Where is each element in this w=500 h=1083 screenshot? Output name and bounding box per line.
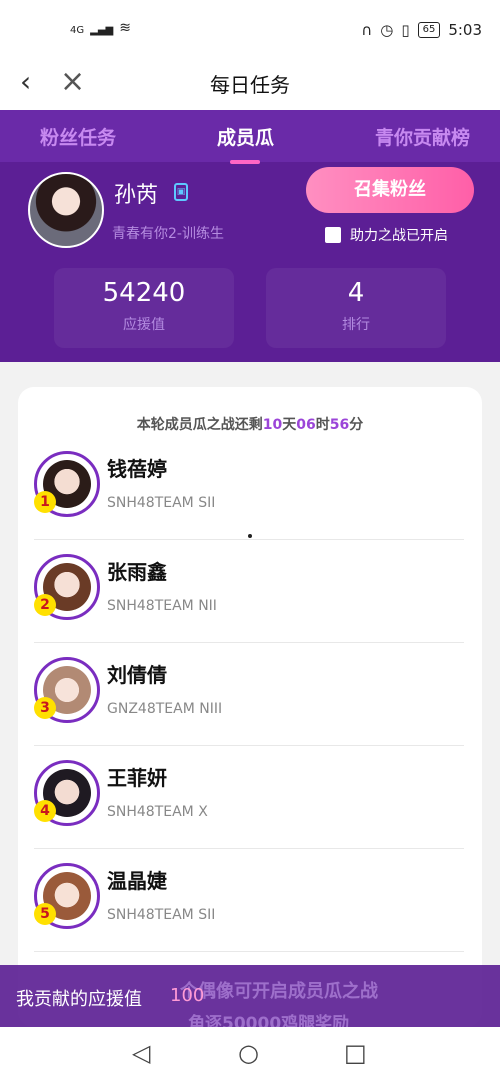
battle-checkbox[interactable] [325, 227, 341, 243]
member-team: GNZ48TEAM NIII [107, 701, 223, 717]
home-circle-icon[interactable]: ○ [238, 1039, 259, 1067]
ranking-label: 排行 [342, 317, 370, 333]
countdown-text: 本轮成员瓜之战还剩10天06时56分 [18, 414, 482, 434]
tab-fan-tasks[interactable]: 粉丝任务 [40, 123, 116, 150]
profile-subtitle: 青春有你2-训练生 [112, 226, 224, 242]
member-name: 温晶婕 [107, 869, 167, 893]
ranking-stat: 4 排行 [266, 268, 446, 348]
recruit-fans-button[interactable]: 召集粉丝 [306, 167, 474, 213]
member-team: SNH48TEAM X [107, 804, 208, 820]
page-title: 每日任务 [210, 73, 290, 97]
battery-indicator: 65 [417, 22, 441, 38]
member-team: SNH48TEAM SII [107, 907, 216, 923]
list-item[interactable]: 2 张雨鑫 SNH48TEAM NII [34, 540, 464, 643]
battle-status-label: 助力之战已开启 [350, 228, 448, 244]
contribution-label: 我贡献的应援值 [16, 989, 142, 1010]
avatar[interactable] [28, 172, 104, 248]
countdown-minutes: 56 [329, 417, 350, 433]
tab-member-melon[interactable]: 成员瓜 [217, 123, 274, 164]
rank-badge: 5 [34, 903, 56, 925]
profile-name: 孙芮 [114, 183, 159, 208]
profile-header: 粉丝任务 成员瓜 青你贡献榜 孙芮 ▣ 青春有你2-训练生 召集粉丝 助力之战已… [0, 110, 500, 362]
member-name: 刘倩倩 [107, 663, 167, 687]
support-value-stat: 54240 应援值 [54, 268, 234, 348]
verified-badge-icon: ▣ [174, 183, 188, 201]
list-item[interactable]: 5 温晶婕 SNH48TEAM SII [34, 849, 464, 952]
vibrate-icon: ▯ [401, 21, 410, 39]
tab-bar: 粉丝任务 成员瓜 青你贡献榜 [0, 110, 500, 164]
status-right: ∩ ◷ ▯ 65 5:03 [361, 21, 482, 39]
status-left: 4G ▂▄▆ ≋ [70, 20, 131, 36]
support-value-number: 54240 [102, 278, 186, 308]
countdown-day-unit: 天 [282, 417, 297, 433]
system-navigation-bar: ◁ ○ □ [0, 1027, 500, 1083]
countdown-hours: 06 [296, 417, 316, 433]
signal-label: 4G [70, 25, 85, 36]
navigation-bar: ‹ × 每日任务 [0, 55, 500, 110]
alarm-icon: ◷ [380, 21, 394, 39]
rank-badge: 3 [34, 697, 56, 719]
behind-text-line1: 个偶像可开启成员瓜之战 [180, 981, 378, 1002]
scroll-indicator [248, 534, 252, 538]
member-team: SNH48TEAM SII [107, 495, 216, 511]
list-item[interactable]: 1 钱蓓婷 SNH48TEAM SII [34, 437, 464, 540]
countdown-days: 10 [262, 417, 283, 433]
status-bar: 4G ▂▄▆ ≋ ∩ ◷ ▯ 65 5:03 [0, 0, 500, 60]
member-name: 王菲妍 [107, 766, 167, 790]
support-value-label: 应援值 [123, 317, 165, 333]
countdown-prefix: 本轮成员瓜之战还剩 [136, 417, 263, 433]
signal-icon: ▂▄▆ [90, 25, 114, 36]
list-item[interactable]: 4 王菲妍 SNH48TEAM X [34, 746, 464, 849]
member-name: 张雨鑫 [107, 560, 167, 584]
headset-icon: ∩ [361, 21, 373, 39]
rank-badge: 4 [34, 800, 56, 822]
wifi-icon: ≋ [119, 20, 131, 36]
list-item[interactable]: 3 刘倩倩 GNZ48TEAM NIII [34, 643, 464, 746]
countdown-minute-unit: 分 [349, 417, 364, 433]
member-name: 钱蓓婷 [107, 457, 167, 481]
contribution-value: 100 [170, 985, 205, 1006]
back-triangle-icon[interactable]: ◁ [132, 1039, 150, 1067]
rank-badge: 2 [34, 594, 56, 616]
rank-badge: 1 [34, 491, 56, 513]
status-time: 5:03 [448, 21, 482, 39]
contribution-bar: 个偶像可开启成员瓜之战 角逐50000鸡腿奖励 我贡献的应援值 100 [0, 965, 500, 1034]
countdown-hour-unit: 时 [315, 417, 330, 433]
member-list-card: 本轮成员瓜之战还剩10天06时56分 1 钱蓓婷 SNH48TEAM SII 2… [18, 387, 482, 1027]
recents-square-icon[interactable]: □ [344, 1039, 367, 1067]
tab-contribution-ranking[interactable]: 青你贡献榜 [375, 123, 470, 150]
ranking-number: 4 [347, 278, 365, 308]
member-team: SNH48TEAM NII [107, 598, 217, 614]
